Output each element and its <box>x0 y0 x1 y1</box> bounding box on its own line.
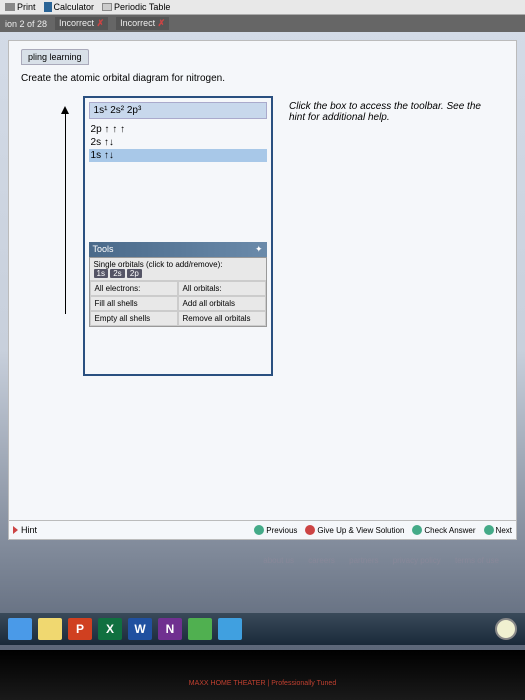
nav-buttons: Previous Give Up & View Solution Check A… <box>254 525 512 535</box>
instruction-text: Click the box to access the toolbar. See… <box>289 101 489 123</box>
print-label: Print <box>17 2 36 12</box>
empty-shells-button[interactable]: Empty all shells <box>90 311 178 326</box>
table-icon <box>102 3 112 11</box>
chip-2s[interactable]: 2s <box>110 269 124 278</box>
tools-body: Single orbitals (click to add/remove): 1… <box>89 257 267 327</box>
taskbar-onenote-icon[interactable]: N <box>158 618 182 640</box>
taskbar-wave-icon[interactable] <box>495 618 517 640</box>
status-incorrect-2[interactable]: Incorrect ✗ <box>116 17 169 30</box>
periodic-table-button[interactable]: Periodic Table <box>102 2 170 12</box>
link-partners[interactable]: partners <box>349 556 378 565</box>
all-orbitals-label: All orbitals: <box>178 281 266 296</box>
orbital-2s[interactable]: 2s ↑↓ <box>89 136 267 149</box>
check-answer-button[interactable]: Check Answer <box>412 525 475 535</box>
link-privacy[interactable]: privacy policy <box>393 556 441 565</box>
laptop-bezel: MAXX HOME THEATER | Professionally Tuned <box>0 650 525 700</box>
windows-taskbar: P X W N <box>0 613 525 645</box>
tools-title: Tools <box>93 244 114 255</box>
hint-button[interactable]: Hint <box>13 525 37 535</box>
taskbar-excel-icon[interactable]: X <box>98 618 122 640</box>
giveup-icon <box>305 525 315 535</box>
next-button[interactable]: Next <box>484 525 512 535</box>
taskbar-explorer-icon[interactable] <box>38 618 62 640</box>
single-label: Single orbitals (click to add/remove): <box>94 260 262 269</box>
tools-grid: All electrons: All orbitals: Fill all sh… <box>90 281 266 326</box>
giveup-button[interactable]: Give Up & View Solution <box>305 525 404 535</box>
app-toolbar: Print Calculator Periodic Table <box>0 0 525 15</box>
chip-2p[interactable]: 2p <box>127 269 142 278</box>
question-text: Create the atomic orbital diagram for ni… <box>21 73 504 84</box>
orbital-2p[interactable]: 2p ↑ ↑ ↑ <box>89 123 267 136</box>
check-icon <box>412 525 422 535</box>
periodic-label: Periodic Table <box>114 2 170 12</box>
chip-1s[interactable]: 1s <box>94 269 108 278</box>
question-position: ion 2 of 28 <box>5 19 47 29</box>
x-icon: ✗ <box>158 18 166 28</box>
x-icon: ✗ <box>97 18 105 28</box>
diagram-area: Energy 1s¹ 2s² 2p³ 2p ↑ ↑ ↑ 2s ↑↓ 1s ↑↓ … <box>61 96 504 376</box>
link-terms[interactable]: terms of use <box>455 556 499 565</box>
previous-button[interactable]: Previous <box>254 525 297 535</box>
taskbar-store-icon[interactable] <box>188 618 212 640</box>
prev-icon <box>254 525 264 535</box>
orbital-diagram-box[interactable]: 1s¹ 2s² 2p³ 2p ↑ ↑ ↑ 2s ↑↓ 1s ↑↓ Tools ✦… <box>83 96 273 376</box>
remove-orbitals-button[interactable]: Remove all orbitals <box>178 311 266 326</box>
add-orbitals-button[interactable]: Add all orbitals <box>178 296 266 311</box>
link-careers[interactable]: careers <box>308 556 335 565</box>
close-icon[interactable]: ✦ <box>255 244 263 255</box>
print-button[interactable]: Print <box>5 2 36 12</box>
bottom-nav: Hint Previous Give Up & View Solution Ch… <box>9 520 516 539</box>
orbital-1s[interactable]: 1s ↑↓ <box>89 149 267 162</box>
fill-shells-button[interactable]: Fill all shells <box>90 296 178 311</box>
link-about[interactable]: about us <box>263 556 294 565</box>
main-content: pling learning Create the atomic orbital… <box>8 40 517 540</box>
hint-label: Hint <box>21 525 37 535</box>
footer-links: about us careers partners privacy policy… <box>0 548 525 573</box>
next-icon <box>484 525 494 535</box>
tools-header: Tools ✦ <box>89 242 267 257</box>
electron-config: 1s¹ 2s² 2p³ <box>89 102 267 119</box>
tools-panel: Tools ✦ Single orbitals (click to add/re… <box>89 242 267 327</box>
speaker-branding: MAXX HOME THEATER | Professionally Tuned <box>0 650 525 687</box>
triangle-icon <box>13 526 18 534</box>
taskbar-ie-icon[interactable] <box>8 618 32 640</box>
taskbar-word-icon[interactable]: W <box>128 618 152 640</box>
print-icon <box>5 3 15 11</box>
all-electrons-label: All electrons: <box>90 281 178 296</box>
taskbar-powerpoint-icon[interactable]: P <box>68 618 92 640</box>
energy-label: Energy <box>44 0 73 376</box>
taskbar-windows-icon[interactable] <box>218 618 242 640</box>
question-nav-bar: ion 2 of 28 Incorrect ✗ Incorrect ✗ <box>0 15 525 32</box>
single-orbitals-row: Single orbitals (click to add/remove): 1… <box>90 258 266 281</box>
tab-row: pling learning <box>21 49 504 65</box>
